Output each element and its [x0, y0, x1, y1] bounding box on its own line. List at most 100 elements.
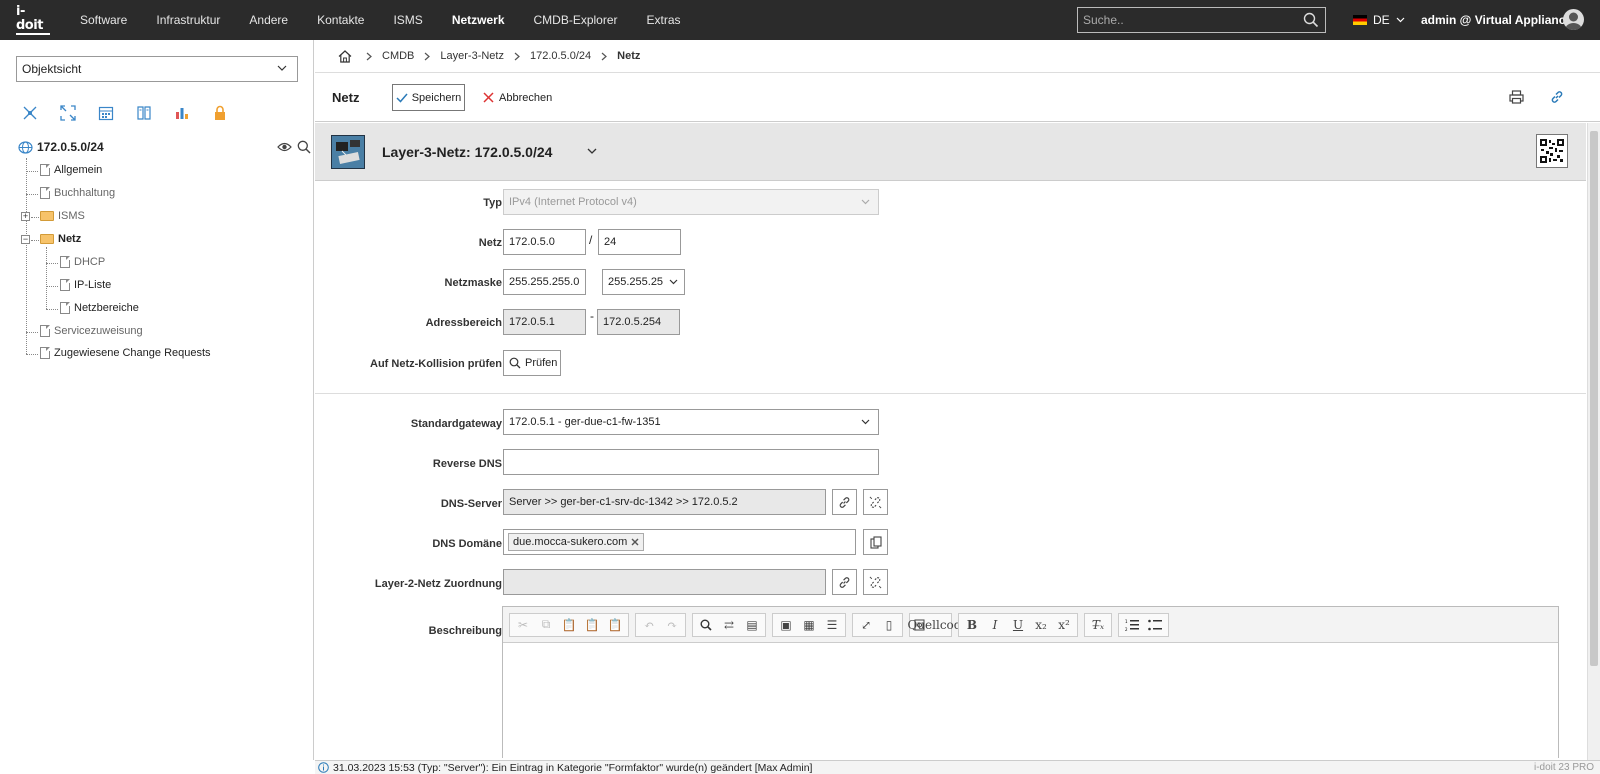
- tree-item-ip-liste[interactable]: IP-Liste: [60, 279, 111, 291]
- user-menu[interactable]: admin @ Virtual Appliance: [1421, 13, 1572, 27]
- layer2-link-button[interactable]: [832, 569, 857, 595]
- tree-item-servicezuweisung[interactable]: Servicezuweisung: [40, 325, 143, 337]
- crumb-layer3[interactable]: Layer-3-Netz: [440, 50, 504, 62]
- scrollbar-thumb[interactable]: [1590, 131, 1598, 666]
- paste-text-icon[interactable]: 📋: [583, 616, 601, 634]
- gateway-select[interactable]: 172.0.5.1 - ger-due-c1-fw-1351: [503, 409, 879, 435]
- lock-icon[interactable]: [212, 105, 228, 121]
- eye-icon[interactable]: [277, 141, 292, 153]
- nav-netzwerk[interactable]: Netzwerk: [452, 13, 505, 27]
- page-icon: [40, 325, 50, 337]
- subscript-icon[interactable]: x₂: [1032, 616, 1050, 634]
- dns-domain-tag: due.mocca-sukero.com: [508, 533, 645, 551]
- dns-domain-input[interactable]: due.mocca-sukero.com: [503, 529, 856, 555]
- tree-search-icon[interactable]: [297, 140, 311, 154]
- paste-word-icon[interactable]: 📋: [606, 616, 624, 634]
- home-icon[interactable]: [338, 49, 352, 63]
- search-icon[interactable]: [1303, 12, 1319, 28]
- underline-icon[interactable]: U: [1009, 616, 1027, 634]
- status-message[interactable]: 31.03.2023 15:53 (Typ: "Server"): Ein Ei…: [333, 762, 812, 774]
- netz-cidr-input[interactable]: 24: [598, 229, 681, 255]
- book-icon[interactable]: [136, 105, 152, 121]
- action-toolbar: Netz Speichern Abbrechen: [315, 74, 1600, 122]
- bold-icon[interactable]: B: [963, 616, 981, 634]
- view-select[interactable]: Objektsicht: [16, 56, 298, 82]
- crumb-object[interactable]: 172.0.5.0/24: [530, 50, 591, 62]
- redo-icon[interactable]: ↷: [663, 616, 681, 634]
- replace-icon[interactable]: ⇄: [720, 616, 738, 634]
- netz-address-input[interactable]: 172.0.5.0: [503, 229, 586, 255]
- remove-format-icon[interactable]: T̶ₓ: [1089, 616, 1107, 634]
- calendar-icon[interactable]: [98, 105, 114, 121]
- horizontal-line-icon[interactable]: ☰: [823, 616, 841, 634]
- check-collision-button[interactable]: Prüfen: [503, 350, 561, 376]
- tree-root[interactable]: 172.0.5.0/24: [18, 140, 104, 154]
- avatar[interactable]: [1563, 9, 1584, 30]
- dns-server-unlink-button[interactable]: [863, 489, 888, 515]
- nav-software[interactable]: Software: [80, 13, 127, 27]
- nav-infrastruktur[interactable]: Infrastruktur: [156, 13, 220, 27]
- page-icon: [40, 164, 50, 176]
- find-icon[interactable]: [697, 616, 715, 634]
- netmask-input[interactable]: 255.255.255.0: [503, 269, 586, 295]
- expand-icon[interactable]: [60, 105, 76, 121]
- layer2-unlink-button[interactable]: [863, 569, 888, 595]
- select-all-icon[interactable]: ▤: [743, 616, 761, 634]
- tree-item-change-requests[interactable]: Zugewiesene Change Requests: [40, 347, 211, 359]
- cancel-button-label: Abbrechen: [499, 91, 553, 104]
- cut-icon[interactable]: ✂: [514, 616, 532, 634]
- tree-item-allgemein[interactable]: Allgemein: [40, 164, 102, 176]
- copy-icon[interactable]: ⧉: [537, 616, 555, 634]
- print-icon[interactable]: [1509, 90, 1524, 104]
- tree-item-netzbereiche[interactable]: Netzbereiche: [60, 302, 139, 314]
- nav-cmdb-explorer[interactable]: CMDB-Explorer: [534, 13, 618, 27]
- italic-icon[interactable]: I: [986, 616, 1004, 634]
- crumb-cmdb[interactable]: CMDB: [382, 50, 414, 62]
- dns-server-link-button[interactable]: [832, 489, 857, 515]
- chevron-down-icon[interactable]: [587, 148, 597, 154]
- app-logo[interactable]: i-doit: [16, 5, 50, 35]
- description-editor: ✂ ⧉ 📋 📋 📋 ↶ ↷ ⇄ ▤ ▣ ▦ ☰ ⤢ ▯ Quellcode B …: [502, 606, 1559, 758]
- expand-isms-icon[interactable]: +: [21, 212, 30, 221]
- tree-item-isms[interactable]: ISMS: [40, 210, 85, 222]
- info-icon: [318, 762, 329, 773]
- tree-item-buchhaltung[interactable]: Buchhaltung: [40, 187, 115, 199]
- maximize-icon[interactable]: ⤢: [857, 616, 875, 634]
- dns-domain-copy-button[interactable]: [863, 529, 888, 555]
- tree-item-netz[interactable]: Netz: [40, 233, 81, 245]
- undo-icon[interactable]: ↶: [640, 616, 658, 634]
- nav-extras[interactable]: Extras: [647, 13, 681, 27]
- editor-content[interactable]: [503, 643, 1558, 758]
- clipboard-group: ✂ ⧉ 📋 📋 📋: [509, 612, 629, 637]
- language-selector[interactable]: DE: [1353, 13, 1405, 27]
- insert-group: ▣ ▦ ☰: [772, 612, 846, 637]
- search-input[interactable]: [1078, 13, 1293, 27]
- superscript-icon[interactable]: x²: [1055, 616, 1073, 634]
- numbered-list-icon[interactable]: 12: [1123, 616, 1141, 634]
- nav-kontakte[interactable]: Kontakte: [317, 13, 364, 27]
- paste-icon[interactable]: 📋: [560, 616, 578, 634]
- source-button[interactable]: Quellcode: [907, 616, 968, 634]
- nav-andere[interactable]: Andere: [249, 13, 288, 27]
- table-icon[interactable]: ▦: [800, 616, 818, 634]
- collapse-netz-icon[interactable]: −: [21, 235, 30, 244]
- rdns-input[interactable]: [503, 449, 879, 475]
- qr-code-icon[interactable]: [1536, 134, 1568, 168]
- show-blocks-icon[interactable]: ▯: [880, 616, 898, 634]
- netmask-select[interactable]: 255.255.25: [602, 269, 685, 295]
- remove-tag-icon[interactable]: [631, 538, 639, 546]
- chart-icon[interactable]: [174, 105, 190, 121]
- typ-select[interactable]: IPv4 (Internet Protocol v4): [503, 189, 879, 215]
- relations-icon[interactable]: [22, 105, 38, 121]
- tree-item-dhcp[interactable]: DHCP: [60, 256, 105, 268]
- nav-isms[interactable]: ISMS: [393, 13, 422, 27]
- global-search: [1077, 7, 1326, 33]
- content-scrollbar[interactable]: [1587, 123, 1600, 760]
- cancel-button[interactable]: Abbrechen: [483, 84, 552, 111]
- link-icon[interactable]: [1550, 90, 1564, 104]
- bullet-list-icon[interactable]: [1146, 616, 1164, 634]
- chevron-down-icon: [1396, 17, 1405, 23]
- save-button[interactable]: Speichern: [392, 84, 465, 111]
- image-icon[interactable]: ▣: [777, 616, 795, 634]
- breadcrumb: CMDB Layer-3-Netz 172.0.5.0/24 Netz: [315, 40, 1600, 73]
